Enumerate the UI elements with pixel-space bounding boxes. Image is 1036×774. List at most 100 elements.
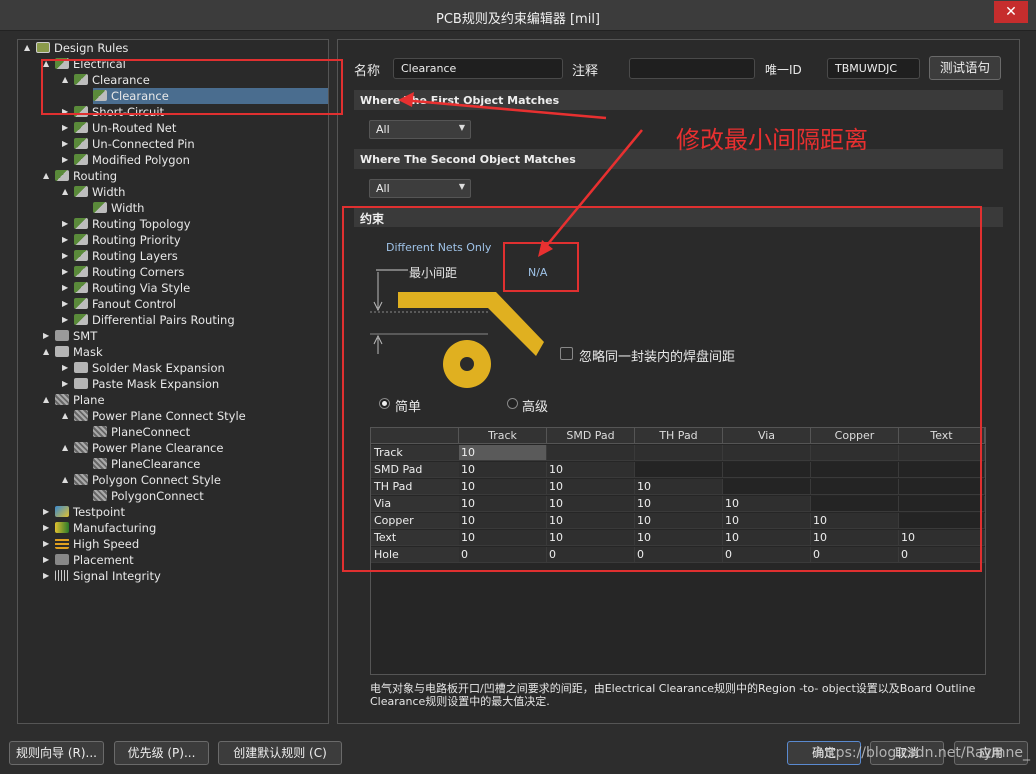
tree-item[interactable]: ▲ Power Plane Clearance xyxy=(62,440,224,456)
tree-item[interactable]: ▶ Solder Mask Expansion xyxy=(62,360,225,376)
tree-item[interactable]: ▶ Signal Integrity xyxy=(43,568,161,584)
tree-item[interactable]: ▲ Mask xyxy=(43,344,103,360)
rule-icon xyxy=(74,138,88,149)
name-label: 名称 xyxy=(354,64,381,79)
plane-icon xyxy=(93,458,107,469)
tree-item[interactable]: ▶ Un-Connected Pin xyxy=(62,136,195,152)
collapse-arrow-icon[interactable]: ▲ xyxy=(62,408,72,424)
tree-item-label: Modified Polygon xyxy=(92,153,190,167)
tree-item-label: Differential Pairs Routing xyxy=(92,313,235,327)
tree-item-label: Power Plane Clearance xyxy=(92,441,224,455)
tree-item[interactable]: PlaneClearance xyxy=(93,456,200,472)
tree-item[interactable]: ▶ Manufacturing xyxy=(43,520,157,536)
tree-item-label: Manufacturing xyxy=(73,521,157,535)
tree-item-label: Plane xyxy=(73,393,105,407)
expand-arrow-icon[interactable]: ▶ xyxy=(43,568,53,584)
expand-arrow-icon[interactable]: ▶ xyxy=(62,312,72,328)
tree-item-label: High Speed xyxy=(73,537,140,551)
tree-item[interactable]: ▶ Un-Routed Net xyxy=(62,120,176,136)
expand-arrow-icon[interactable]: ▶ xyxy=(62,136,72,152)
expand-arrow-icon[interactable]: ▶ xyxy=(43,328,53,344)
tree-item-label: Routing Layers xyxy=(92,249,178,263)
test-query-button[interactable]: 测试语句 xyxy=(929,56,1001,80)
tree-item[interactable]: PolygonConnect xyxy=(93,488,204,504)
first-match-select[interactable]: All ▼ xyxy=(369,120,471,139)
expand-arrow-icon[interactable]: ▶ xyxy=(62,216,72,232)
expand-arrow-icon[interactable]: ▶ xyxy=(62,280,72,296)
rule-icon xyxy=(74,314,88,325)
tree-item[interactable]: PlaneConnect xyxy=(93,424,190,440)
collapse-arrow-icon[interactable]: ▲ xyxy=(24,40,34,56)
tree-item[interactable]: ▶ Paste Mask Expansion xyxy=(62,376,219,392)
tree-item[interactable]: ▶ SMT xyxy=(43,328,97,344)
priority-button[interactable]: 优先级 (P)... xyxy=(114,741,209,765)
tree-item[interactable]: ▶ Routing Via Style xyxy=(62,280,190,296)
collapse-arrow-icon[interactable]: ▲ xyxy=(62,440,72,456)
rule-wizard-button[interactable]: 规则向导 (R)... xyxy=(9,741,104,765)
collapse-arrow-icon[interactable]: ▲ xyxy=(43,344,53,360)
create-default-rules-button[interactable]: 创建默认规则 (C) xyxy=(218,741,342,765)
mask-icon xyxy=(74,378,88,389)
tree-item[interactable]: ▲ Polygon Connect Style xyxy=(62,472,221,488)
tree-item[interactable]: Width xyxy=(93,200,144,216)
expand-arrow-icon[interactable]: ▶ xyxy=(43,520,53,536)
tree-item[interactable]: ▶ Testpoint xyxy=(43,504,125,520)
expand-arrow-icon[interactable]: ▶ xyxy=(62,296,72,312)
tree-item[interactable]: ▶ Placement xyxy=(43,552,134,568)
collapse-arrow-icon[interactable]: ▲ xyxy=(43,392,53,408)
expand-arrow-icon[interactable]: ▶ xyxy=(62,152,72,168)
expand-arrow-icon[interactable]: ▶ xyxy=(43,504,53,520)
chevron-down-icon: ▼ xyxy=(458,182,465,191)
collapse-arrow-icon[interactable]: ▲ xyxy=(62,472,72,488)
tree-item[interactable]: ▶ Routing Layers xyxy=(62,248,178,264)
expand-arrow-icon[interactable]: ▶ xyxy=(62,120,72,136)
close-button[interactable]: ✕ xyxy=(994,1,1028,23)
rule-icon xyxy=(93,202,107,213)
expand-arrow-icon[interactable]: ▶ xyxy=(62,264,72,280)
comment-input[interactable] xyxy=(629,58,755,79)
tree-item-label: PlaneConnect xyxy=(111,425,191,439)
tree-item[interactable]: ▲ Routing xyxy=(43,168,117,184)
rules-editor-window: PCB规则及约束编辑器 [mil] ✕ ▲ Design Rules ▲ Electr… xyxy=(0,0,1036,774)
tree-item[interactable]: ▲ Width xyxy=(62,184,126,200)
tree-item[interactable]: ▶ Fanout Control xyxy=(62,296,176,312)
highlight-clearance-rule xyxy=(41,59,343,115)
tree-item[interactable]: ▲ Power Plane Connect Style xyxy=(62,408,246,424)
comment-label: 注释 xyxy=(572,64,599,79)
tree-item-label: Signal Integrity xyxy=(73,569,161,583)
expand-arrow-icon[interactable]: ▶ xyxy=(62,376,72,392)
close-icon: ✕ xyxy=(1005,4,1017,20)
tree-item[interactable]: ▶ Modified Polygon xyxy=(62,152,190,168)
tree-item[interactable]: ▶ Differential Pairs Routing xyxy=(62,312,235,328)
signal-integrity-icon xyxy=(55,570,69,581)
tree-item-label: PlaneClearance xyxy=(111,457,201,471)
plane-icon xyxy=(74,410,88,421)
tree-item-label: Fanout Control xyxy=(92,297,176,311)
tree-item[interactable]: ▶ Routing Corners xyxy=(62,264,184,280)
tree-item-label: Placement xyxy=(73,553,134,567)
tree-item[interactable]: ▲ Plane xyxy=(43,392,105,408)
smt-icon xyxy=(55,330,69,341)
tree-item[interactable]: ▲ Design Rules xyxy=(24,40,128,56)
second-match-value: All xyxy=(376,182,390,195)
tree-item-label: Mask xyxy=(73,345,103,359)
collapse-arrow-icon[interactable]: ▲ xyxy=(62,184,72,200)
tree-item[interactable]: ▶ Routing Priority xyxy=(62,232,181,248)
tree-item[interactable]: ▶ Routing Topology xyxy=(62,216,191,232)
tree-item-label: Width xyxy=(92,185,126,199)
second-match-select[interactable]: All ▼ xyxy=(369,179,471,198)
expand-arrow-icon[interactable]: ▶ xyxy=(62,360,72,376)
collapse-arrow-icon[interactable]: ▲ xyxy=(43,168,53,184)
unique-id-label: 唯一ID xyxy=(765,63,802,77)
tree-item[interactable]: ▶ High Speed xyxy=(43,536,140,552)
expand-arrow-icon[interactable]: ▶ xyxy=(62,248,72,264)
plane-icon xyxy=(93,490,107,501)
high-speed-icon xyxy=(55,538,69,549)
rule-icon xyxy=(74,186,88,197)
tree-item-label: Width xyxy=(111,201,145,215)
unique-id-input[interactable]: TBMUWDJC xyxy=(827,58,920,79)
expand-arrow-icon[interactable]: ▶ xyxy=(43,552,53,568)
name-input[interactable]: Clearance xyxy=(393,58,563,79)
expand-arrow-icon[interactable]: ▶ xyxy=(62,232,72,248)
expand-arrow-icon[interactable]: ▶ xyxy=(43,536,53,552)
